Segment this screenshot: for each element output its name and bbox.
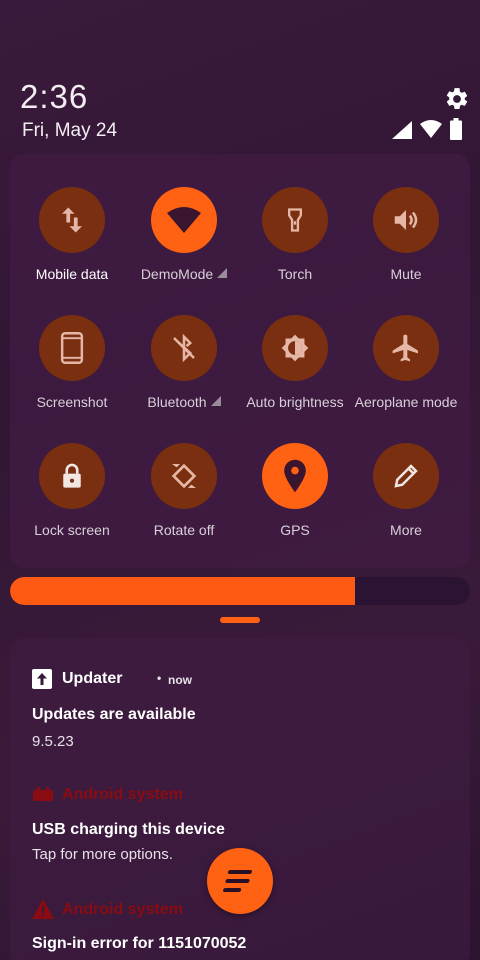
- menu-lines-icon: [223, 870, 252, 892]
- tile-demomode[interactable]: DemoMode: [128, 187, 240, 297]
- tile-gps[interactable]: GPS: [239, 443, 351, 553]
- notification-text: 9.5.23: [32, 733, 74, 750]
- tile-rotate-off[interactable]: Rotate off: [128, 443, 240, 553]
- tile-label-text: Bluetooth: [147, 394, 207, 410]
- tile-label: More: [390, 522, 422, 538]
- brightness-auto-icon: [281, 334, 309, 362]
- notification-app-name: Android system: [62, 786, 183, 803]
- swap-vert-icon: [62, 207, 82, 233]
- cell-signal-icon: [392, 121, 412, 144]
- tile-circle: [373, 187, 439, 253]
- tile-label-text: DemoMode: [140, 266, 214, 282]
- brightness-fill: [10, 577, 355, 605]
- updater-icon: [32, 669, 52, 689]
- expand-caret-icon: [217, 268, 228, 278]
- phone-icon: [60, 332, 84, 364]
- tile-circle: [151, 315, 217, 381]
- location-pin-icon: [284, 459, 306, 493]
- flashlight-icon: [288, 208, 302, 232]
- tile-label: Mobile data: [35, 266, 109, 282]
- tile-circle: [39, 315, 105, 381]
- airplane-icon: [392, 334, 418, 362]
- pencil-icon: [394, 464, 418, 488]
- tile-mute[interactable]: Mute: [350, 187, 462, 297]
- tile-circle: [151, 187, 217, 253]
- tile-label: Auto brightness: [246, 394, 344, 410]
- battery-icon: [450, 118, 462, 145]
- warning-icon: [32, 899, 54, 919]
- notification-title: Updates are available: [32, 706, 196, 723]
- tile-label: Aeroplane mode: [354, 394, 458, 410]
- tile-circle: [39, 443, 105, 509]
- tile-lock-screen[interactable]: Lock screen: [16, 443, 128, 553]
- tile-auto-brightness[interactable]: Auto brightness: [239, 315, 351, 425]
- tile-label: GPS: [280, 522, 310, 538]
- tile-circle: [262, 187, 328, 253]
- tile-mobile-data[interactable]: Mobile data: [16, 187, 128, 297]
- tile-label: Screenshot: [36, 394, 108, 410]
- tile-circle: [373, 315, 439, 381]
- clock: 2:36: [20, 78, 89, 115]
- system-status-icons: [392, 118, 472, 142]
- rotate-icon: [171, 463, 197, 489]
- drag-handle[interactable]: [220, 617, 260, 623]
- manage-notifications-button[interactable]: [207, 848, 273, 914]
- tile-bluetooth[interactable]: Bluetooth: [128, 315, 240, 425]
- tile-torch[interactable]: Torch: [239, 187, 351, 297]
- tile-label: Bluetooth: [120, 394, 248, 410]
- brightness-slider[interactable]: [10, 577, 470, 605]
- tile-circle: [373, 443, 439, 509]
- tile-label: Rotate off: [153, 522, 215, 538]
- settings-button[interactable]: [444, 86, 470, 112]
- tile-label: DemoMode: [120, 266, 248, 282]
- notification-updater[interactable]: Updater • now Updates are available 9.5.…: [32, 668, 452, 750]
- tile-screenshot[interactable]: Screenshot: [16, 315, 128, 425]
- tile-label: Mute: [390, 266, 422, 282]
- separator-dot: •: [157, 671, 162, 685]
- tile-aeroplane-mode[interactable]: Aeroplane mode: [350, 315, 462, 425]
- date: Fri, May 24: [22, 120, 118, 141]
- wifi-status-icon: [420, 120, 442, 143]
- notification-usb-charging[interactable]: Android system USB charging this device …: [32, 783, 452, 863]
- expand-caret-icon: [210, 396, 221, 406]
- android-system-icon: [33, 787, 53, 801]
- wifi-icon: [167, 207, 201, 233]
- notification-title: Sign-in error for 1151070052: [32, 935, 247, 952]
- quick-settings-panel: Mobile data DemoMode Torch Mute Screensh…: [10, 154, 470, 568]
- notification-header: Updater • now: [32, 668, 452, 692]
- lock-icon: [63, 463, 81, 488]
- notification-app-name: Updater: [62, 670, 123, 687]
- notification-time: now: [168, 673, 192, 687]
- bluetooth-off-icon: [173, 333, 195, 363]
- tile-label: Lock screen: [34, 522, 110, 538]
- tile-circle: [262, 443, 328, 509]
- notification-app-name: Android system: [62, 901, 183, 918]
- notification-text: Tap for more options.: [32, 846, 173, 863]
- volume-icon: [394, 210, 418, 230]
- status-area: 2:36 Fri, May 24: [0, 0, 480, 150]
- notification-title: USB charging this device: [32, 821, 225, 838]
- notification-header: Android system: [32, 783, 452, 807]
- tile-label: Torch: [277, 266, 313, 282]
- tile-circle: [151, 443, 217, 509]
- tile-circle: [39, 187, 105, 253]
- tile-circle: [262, 315, 328, 381]
- gear-icon: [446, 88, 468, 109]
- tile-more[interactable]: More: [350, 443, 462, 553]
